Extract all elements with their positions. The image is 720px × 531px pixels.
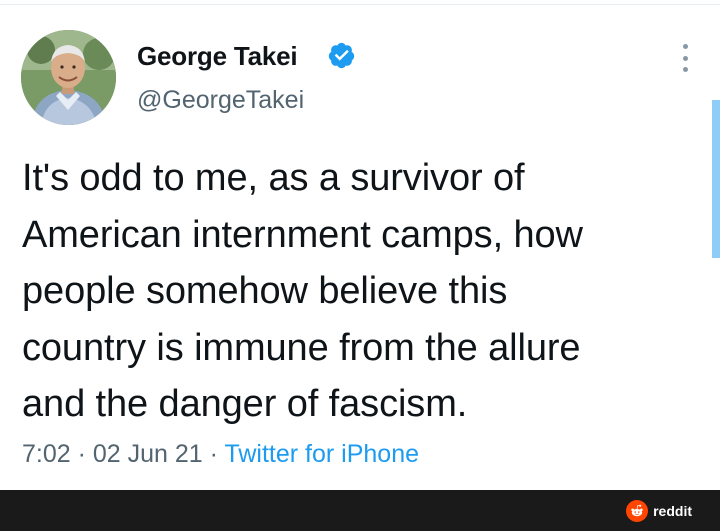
more-dot <box>682 67 688 72</box>
scrollbar[interactable] <box>712 100 720 258</box>
tweet-card: George Takei @GeorgeTakei It's odd to me… <box>0 0 720 490</box>
meta-separator: · <box>202 440 225 468</box>
reddit-logo-icon <box>626 500 649 522</box>
tweet-text-line: American internment camps, how <box>22 213 583 256</box>
more-dot <box>682 55 688 61</box>
tweet-metadata: 7:02 · 02 Jun 21 · Twitter for iPhone <box>22 440 419 469</box>
tweet-date[interactable]: 02 Jun 21 <box>93 440 203 468</box>
handle[interactable]: @GeorgeTakei <box>137 86 304 115</box>
meta-separator: · <box>70 440 93 468</box>
tweet-time[interactable]: 7:02 <box>22 440 71 468</box>
tweet-text-line: people somehow believe this <box>22 270 508 312</box>
avatar-photo <box>21 30 116 125</box>
tweet-text-line: and the danger of fascism. <box>22 383 468 425</box>
reddit-watermark-text: reddit <box>653 503 692 519</box>
footer-bar: reddit <box>0 490 720 531</box>
tweet-text-line: It's odd to me, as a survivor of <box>22 157 525 199</box>
more-dot <box>682 44 688 49</box>
more-options-icon[interactable] <box>676 44 694 72</box>
tweet-text: It's odd to me, as a survivor of America… <box>22 150 712 433</box>
reddit-watermark: reddit <box>626 500 692 522</box>
tweet-text-line: country is immune from the allure <box>22 326 581 369</box>
display-name[interactable]: George Takei <box>137 41 298 72</box>
verified-badge-icon <box>327 41 356 70</box>
avatar[interactable] <box>21 30 116 125</box>
tweet-source-link[interactable]: Twitter for iPhone <box>224 440 419 468</box>
